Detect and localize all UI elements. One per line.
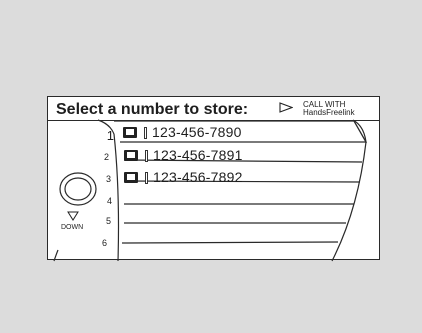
down-label: DOWN <box>61 224 84 231</box>
row-number-5: 5 <box>105 216 111 226</box>
row-number-3: 3 <box>105 174 111 184</box>
row-bar-1 <box>144 127 147 139</box>
selector-knob[interactable] <box>58 169 98 209</box>
phone-type-icon <box>124 150 138 161</box>
screen-title: Select a number to store: <box>56 101 249 118</box>
phone-number: 123-456-7890 <box>152 124 242 140</box>
phone-number: 123-456-7892 <box>153 169 243 185</box>
row-number-1: 1 <box>106 128 114 143</box>
row-bar-3 <box>145 172 148 184</box>
row-number-2: 2 <box>103 152 109 162</box>
play-outline-icon <box>279 102 293 113</box>
phonebook-screen: Select a number to store: CALL WITH Hand… <box>47 96 380 262</box>
row-number-4: 4 <box>106 196 112 206</box>
phone-number: 123-456-7891 <box>153 147 243 163</box>
home-icon <box>124 172 138 183</box>
contact-card-icon <box>123 127 137 138</box>
call-hint-line2: HandsFreelink <box>303 108 355 117</box>
down-arrow-icon <box>67 211 79 221</box>
row-bar-2 <box>145 150 148 162</box>
row-number-6: 6 <box>101 238 107 248</box>
call-with-handsfreelink-hint[interactable]: CALL WITH HandsFreelink <box>279 100 371 120</box>
